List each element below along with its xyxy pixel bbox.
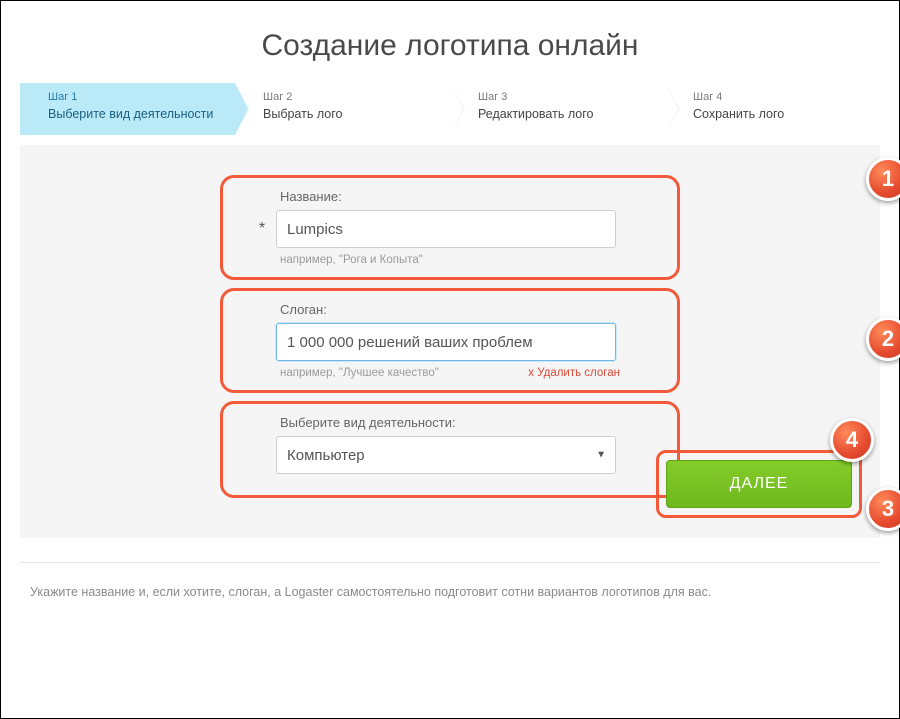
name-hint: например, "Рога и Копыта" xyxy=(280,254,652,266)
name-input[interactable] xyxy=(276,210,616,248)
next-button[interactable]: ДАЛЕЕ xyxy=(666,460,852,508)
step-3[interactable]: Шаг 3 Редактировать лого xyxy=(450,83,665,135)
slogan-input[interactable] xyxy=(276,323,616,361)
step-2[interactable]: Шаг 2 Выбрать лого xyxy=(235,83,450,135)
page-title: Создание логотипа онлайн xyxy=(1,1,899,83)
step-1-label: Выберите вид деятельности xyxy=(48,107,213,121)
footer-hint: Укажите название и, если хотите, слоган,… xyxy=(20,562,880,621)
stepper: Шаг 1 Выберите вид деятельности Шаг 2 Вы… xyxy=(20,83,880,135)
step-4-label: Сохранить лого xyxy=(693,107,784,121)
name-label: Название: xyxy=(280,189,652,204)
annotation-badge-3: 3 xyxy=(866,487,900,531)
delete-slogan-link[interactable]: x Удалить слоган xyxy=(528,367,620,379)
group-activity: Выберите вид деятельности: Компьютер ▼ xyxy=(220,401,680,498)
annotation-badge-4: 4 xyxy=(830,418,874,462)
step-4-num: Шаг 4 xyxy=(693,91,870,103)
step-2-label: Выбрать лого xyxy=(263,107,342,121)
required-asterisk: * xyxy=(248,220,276,238)
step-4[interactable]: Шаг 4 Сохранить лого xyxy=(665,83,880,135)
group-slogan: Слоган: например, "Лучшее качество" x Уд… xyxy=(220,288,680,393)
form-panel: Название: * например, "Рога и Копыта" Сл… xyxy=(20,145,880,538)
activity-label: Выберите вид деятельности: xyxy=(280,415,652,430)
step-2-num: Шаг 2 xyxy=(263,91,440,103)
annotation-badge-1: 1 xyxy=(866,157,900,201)
slogan-label: Слоган: xyxy=(280,302,652,317)
step-1-num: Шаг 1 xyxy=(48,91,225,103)
annotation-badge-2: 2 xyxy=(866,317,900,361)
step-3-label: Редактировать лого xyxy=(478,107,593,121)
step-1[interactable]: Шаг 1 Выберите вид деятельности xyxy=(20,83,235,135)
group-name: Название: * например, "Рога и Копыта" xyxy=(220,175,680,280)
step-3-num: Шаг 3 xyxy=(478,91,655,103)
activity-select[interactable]: Компьютер xyxy=(276,436,616,474)
